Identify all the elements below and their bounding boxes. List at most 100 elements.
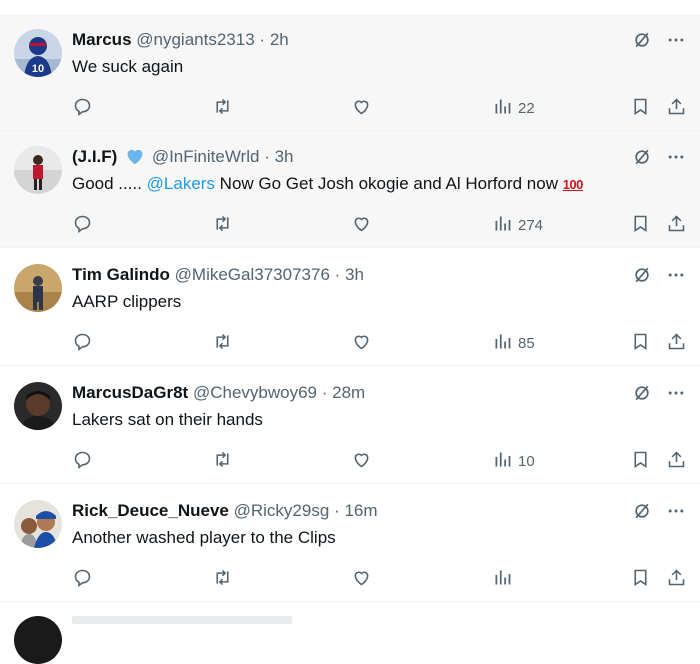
bookmark-icon bbox=[630, 567, 651, 592]
timestamp[interactable]: 3h bbox=[275, 147, 294, 166]
more-icon[interactable] bbox=[666, 30, 686, 55]
display-name[interactable]: (J.I.F) bbox=[72, 147, 117, 166]
views-count: 10 bbox=[518, 453, 535, 470]
avatar[interactable] bbox=[14, 616, 62, 664]
avatar[interactable]: 10 bbox=[14, 29, 62, 77]
reply-icon bbox=[72, 449, 93, 474]
user-handle[interactable]: @Chevybwoy69 bbox=[193, 383, 317, 402]
display-name[interactable]: Marcus bbox=[72, 30, 132, 49]
share-icon bbox=[666, 331, 687, 356]
avatar[interactable] bbox=[14, 382, 62, 430]
user-handle[interactable]: @InFiniteWrld bbox=[152, 147, 260, 166]
reply-icon bbox=[72, 213, 93, 238]
separator: · bbox=[334, 265, 341, 284]
bookmark-icon bbox=[630, 213, 651, 238]
display-name[interactable]: Tim Galindo bbox=[72, 265, 170, 284]
retweet-icon bbox=[212, 449, 233, 474]
avatar[interactable] bbox=[14, 500, 62, 548]
reply-button[interactable] bbox=[72, 449, 93, 474]
retweet-icon bbox=[212, 96, 233, 121]
separator: · bbox=[264, 147, 270, 166]
tweet-row[interactable]: (J.I.F) @InFiniteWrld · 3h Good ..... @L… bbox=[0, 131, 700, 248]
action-bar: 10 bbox=[72, 449, 688, 471]
retweet-button[interactable] bbox=[212, 213, 233, 238]
retweet-button[interactable] bbox=[212, 331, 233, 356]
share-button[interactable] bbox=[666, 567, 687, 592]
share-icon bbox=[666, 213, 687, 238]
retweet-icon bbox=[212, 567, 233, 592]
tweet-text-part: Now Go Get Josh okogie and Al Horford no… bbox=[214, 174, 563, 193]
share-button[interactable] bbox=[666, 213, 687, 238]
timestamp[interactable]: 3h bbox=[345, 265, 364, 284]
bookmark-button[interactable] bbox=[630, 449, 651, 474]
mention-link[interactable]: @Lakers bbox=[147, 174, 215, 193]
bookmark-button[interactable] bbox=[630, 213, 651, 238]
tweet-row[interactable]: 10 Marcus @nygiants2313 · 2h We suck aga… bbox=[0, 14, 700, 131]
display-name[interactable]: Rick_Deuce_Nueve bbox=[72, 501, 229, 520]
tweet-header: (J.I.F) @InFiniteWrld · 3h bbox=[72, 146, 294, 171]
user-handle[interactable]: @MikeGal37307376 bbox=[175, 265, 330, 284]
more-icon[interactable] bbox=[666, 265, 686, 290]
views-icon bbox=[492, 331, 513, 356]
action-bar: 274 bbox=[72, 213, 688, 235]
tweet-header-partial bbox=[72, 616, 292, 624]
reply-icon bbox=[72, 567, 93, 592]
retweet-button[interactable] bbox=[212, 567, 233, 592]
like-button[interactable] bbox=[351, 96, 372, 121]
tweet-text: Another washed player to the Clips bbox=[72, 528, 336, 547]
bookmark-button[interactable] bbox=[630, 567, 651, 592]
timestamp[interactable]: 28m bbox=[332, 383, 365, 402]
reply-button[interactable] bbox=[72, 331, 93, 356]
grok-icon[interactable] bbox=[632, 383, 652, 408]
next-tweet-partial[interactable] bbox=[0, 604, 700, 664]
views-button[interactable]: 274 bbox=[492, 213, 543, 238]
bookmark-icon bbox=[630, 449, 651, 474]
views-button[interactable] bbox=[492, 567, 518, 592]
avatar[interactable] bbox=[14, 146, 62, 194]
like-icon bbox=[351, 449, 372, 474]
more-icon[interactable] bbox=[666, 147, 686, 172]
retweet-button[interactable] bbox=[212, 96, 233, 121]
grok-icon[interactable] bbox=[632, 501, 652, 526]
grok-icon[interactable] bbox=[632, 147, 652, 172]
more-icon[interactable] bbox=[666, 501, 686, 526]
action-bar: 85 bbox=[72, 331, 688, 353]
bookmark-button[interactable] bbox=[630, 331, 651, 356]
bookmark-icon bbox=[630, 331, 651, 356]
user-handle[interactable]: @nygiants2313 bbox=[136, 30, 254, 49]
reply-button[interactable] bbox=[72, 213, 93, 238]
tweet-row[interactable]: Tim Galindo @MikeGal37307376 · 3h AARP c… bbox=[0, 249, 700, 366]
views-button[interactable]: 22 bbox=[492, 96, 535, 121]
separator: · bbox=[321, 383, 328, 402]
separator: · bbox=[334, 501, 340, 520]
tweet-text: Good ..... @Lakers Now Go Get Josh okogi… bbox=[72, 173, 583, 196]
like-button[interactable] bbox=[351, 331, 372, 356]
share-button[interactable] bbox=[666, 331, 687, 356]
avatar[interactable] bbox=[14, 264, 62, 312]
heart-badge-icon bbox=[125, 147, 145, 171]
share-button[interactable] bbox=[666, 96, 687, 121]
views-button[interactable]: 10 bbox=[492, 449, 535, 474]
grok-icon[interactable] bbox=[632, 30, 652, 55]
bookmark-button[interactable] bbox=[630, 96, 651, 121]
share-button[interactable] bbox=[666, 449, 687, 474]
user-handle[interactable]: @Ricky29sg bbox=[234, 501, 330, 520]
tweet-header: Rick_Deuce_Nueve @Ricky29sg · 16m bbox=[72, 500, 378, 522]
reply-button[interactable] bbox=[72, 567, 93, 592]
tweet-row[interactable]: MarcusDaGr8t @Chevybwoy69 · 28m Lakers s… bbox=[0, 367, 700, 484]
retweet-button[interactable] bbox=[212, 449, 233, 474]
like-button[interactable] bbox=[351, 213, 372, 238]
views-count: 22 bbox=[518, 100, 535, 117]
timestamp[interactable]: 2h bbox=[270, 30, 289, 49]
reply-button[interactable] bbox=[72, 96, 93, 121]
grok-icon[interactable] bbox=[632, 265, 652, 290]
more-icon[interactable] bbox=[666, 383, 686, 408]
like-button[interactable] bbox=[351, 449, 372, 474]
action-bar bbox=[72, 567, 688, 589]
views-button[interactable]: 85 bbox=[492, 331, 535, 356]
display-name[interactable]: MarcusDaGr8t bbox=[72, 383, 188, 402]
share-icon bbox=[666, 96, 687, 121]
timestamp[interactable]: 16m bbox=[344, 501, 377, 520]
like-button[interactable] bbox=[351, 567, 372, 592]
tweet-row[interactable]: Rick_Deuce_Nueve @Ricky29sg · 16m Anothe… bbox=[0, 485, 700, 602]
